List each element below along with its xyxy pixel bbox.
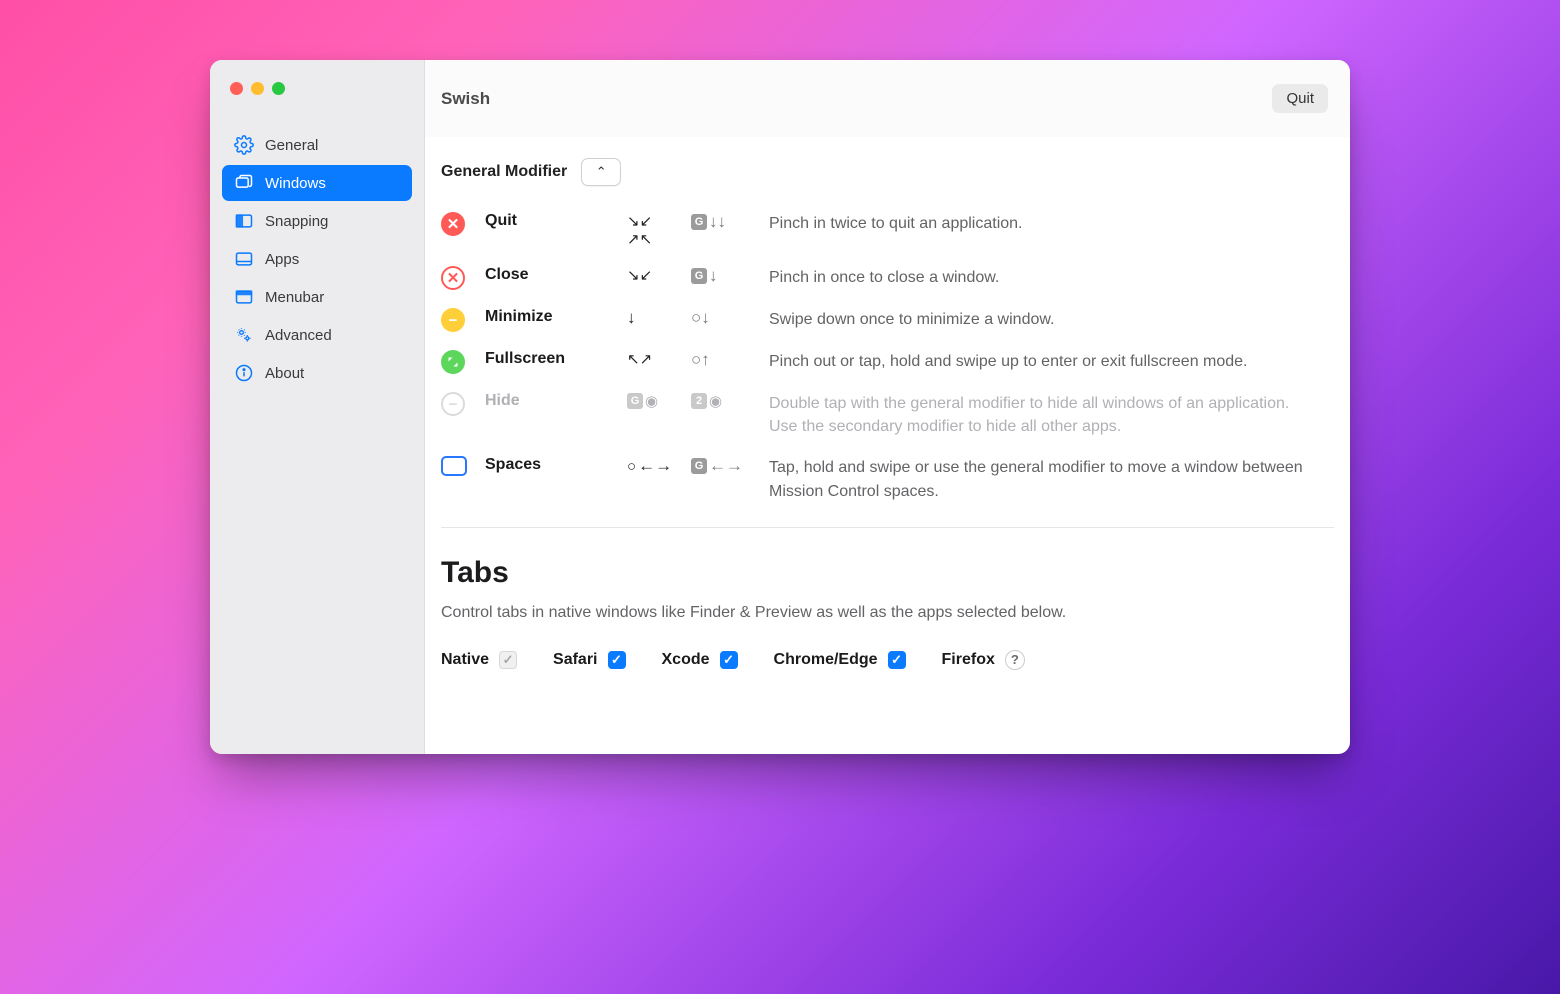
sidebar-item-label: Menubar bbox=[265, 289, 324, 306]
pinch-in-icon: ↘↙ bbox=[627, 266, 691, 284]
close-icon: ✕ bbox=[441, 266, 465, 290]
traffic-light-close[interactable] bbox=[230, 82, 243, 95]
tab-option-label: Chrome/Edge bbox=[774, 651, 878, 669]
tap-swipe-icon: ○←→ bbox=[627, 456, 691, 476]
help-icon[interactable]: ? bbox=[1005, 650, 1025, 670]
gear-icon bbox=[234, 135, 254, 155]
tap-gesture-icon: ○↓ bbox=[691, 308, 769, 328]
gesture-row-quit[interactable]: ✕ Quit ↘↙↗↖ G↓↓ Pinch in twice to quit a… bbox=[441, 212, 1334, 248]
tab-option-xcode[interactable]: Xcode ✓ bbox=[662, 651, 738, 669]
gesture-row-fullscreen[interactable]: Fullscreen ↖↗ ○↑ Pinch out or tap, hold … bbox=[441, 350, 1334, 374]
sidebar-item-general[interactable]: General bbox=[222, 127, 412, 163]
info-icon bbox=[234, 363, 254, 383]
sidebar-item-windows[interactable]: Windows bbox=[222, 165, 412, 201]
sidebar-item-label: General bbox=[265, 137, 318, 154]
traffic-light-minimize[interactable] bbox=[251, 82, 264, 95]
gesture-list: ✕ Quit ↘↙↗↖ G↓↓ Pinch in twice to quit a… bbox=[441, 212, 1334, 528]
gesture-row-spaces[interactable]: Spaces ○←→ G←→ Tap, hold and swipe or us… bbox=[441, 456, 1334, 502]
checkbox-disabled-icon: ✓ bbox=[499, 651, 517, 669]
gesture-row-close[interactable]: ✕ Close ↘↙ G↓ Pinch in once to close a w… bbox=[441, 266, 1334, 290]
tab-option-chrome-edge[interactable]: Chrome/Edge ✓ bbox=[774, 651, 906, 669]
gears-icon bbox=[234, 325, 254, 345]
sidebar-item-label: Windows bbox=[265, 175, 326, 192]
tabs-options: Native ✓ Safari ✓ Xcode ✓ Chrome/Edge ✓ … bbox=[441, 650, 1334, 670]
sidebar-item-advanced[interactable]: Advanced bbox=[222, 317, 412, 353]
snapping-icon bbox=[234, 211, 254, 231]
tap-gesture-icon: ○↑ bbox=[691, 350, 769, 370]
secondary-tap-icon: 2◉ bbox=[691, 392, 769, 410]
tab-option-label: Safari bbox=[553, 651, 597, 669]
gesture-row-minimize[interactable]: − Minimize ↓ ○↓ Swipe down once to minim… bbox=[441, 308, 1334, 332]
general-modifier-key[interactable]: ⌃ bbox=[581, 158, 621, 186]
gesture-row-hide[interactable]: − Hide G◉ 2◉ Double tap with the general… bbox=[441, 392, 1334, 438]
sidebar: General Windows Snapping Apps bbox=[210, 60, 425, 754]
tab-option-label: Firefox bbox=[942, 651, 995, 669]
sidebar-item-label: About bbox=[265, 365, 304, 382]
sidebar-item-label: Advanced bbox=[265, 327, 332, 344]
sidebar-item-apps[interactable]: Apps bbox=[222, 241, 412, 277]
modifier-tap-icon: G◉ bbox=[627, 392, 691, 410]
sidebar-item-label: Snapping bbox=[265, 213, 328, 230]
swipe-down-icon: ↓ bbox=[627, 308, 691, 328]
app-title: Swish bbox=[441, 89, 490, 109]
traffic-light-zoom[interactable] bbox=[272, 82, 285, 95]
window-traffic-lights bbox=[210, 82, 424, 127]
tab-option-native: Native ✓ bbox=[441, 651, 517, 669]
apps-icon bbox=[234, 249, 254, 269]
tab-option-label: Xcode bbox=[662, 651, 710, 669]
checkbox-on-icon[interactable]: ✓ bbox=[720, 651, 738, 669]
gesture-name: Close bbox=[485, 266, 627, 284]
toolbar: Swish Quit bbox=[425, 60, 1350, 138]
sidebar-item-snapping[interactable]: Snapping bbox=[222, 203, 412, 239]
spaces-icon bbox=[441, 456, 467, 476]
gesture-desc: Swipe down once to minimize a window. bbox=[769, 308, 1334, 331]
sidebar-item-about[interactable]: About bbox=[222, 355, 412, 391]
tab-option-firefox[interactable]: Firefox ? bbox=[942, 650, 1025, 670]
modifier-gesture-icon: G↓↓ bbox=[691, 212, 769, 232]
general-modifier-label: General Modifier bbox=[441, 163, 567, 181]
gesture-desc: Pinch in once to close a window. bbox=[769, 266, 1334, 289]
minimize-icon: − bbox=[441, 308, 465, 332]
gesture-name: Minimize bbox=[485, 308, 627, 326]
menubar-icon bbox=[234, 287, 254, 307]
app-window: General Windows Snapping Apps bbox=[210, 60, 1350, 754]
sidebar-item-menubar[interactable]: Menubar bbox=[222, 279, 412, 315]
quit-icon: ✕ bbox=[441, 212, 465, 236]
fullscreen-icon bbox=[441, 350, 465, 374]
hide-icon: − bbox=[441, 392, 465, 416]
pinch-out-icon: ↖↗ bbox=[627, 350, 691, 368]
tabs-heading: Tabs bbox=[441, 556, 1334, 590]
gesture-name: Hide bbox=[485, 392, 627, 410]
general-modifier-row: General Modifier ⌃ bbox=[441, 158, 1334, 186]
checkbox-on-icon[interactable]: ✓ bbox=[888, 651, 906, 669]
tab-option-safari[interactable]: Safari ✓ bbox=[553, 651, 625, 669]
tab-option-label: Native bbox=[441, 651, 489, 669]
sidebar-item-label: Apps bbox=[265, 251, 299, 268]
gesture-desc: Pinch in twice to quit an application. bbox=[769, 212, 1334, 235]
gesture-name: Spaces bbox=[485, 456, 627, 474]
modifier-gesture-icon: G↓ bbox=[691, 266, 769, 286]
sidebar-nav: General Windows Snapping Apps bbox=[210, 127, 424, 391]
quit-button[interactable]: Quit bbox=[1272, 84, 1328, 113]
tabs-description: Control tabs in native windows like Find… bbox=[441, 604, 1334, 622]
gesture-name: Fullscreen bbox=[485, 350, 627, 368]
modifier-swipe-icon: G←→ bbox=[691, 456, 769, 476]
gesture-name: Quit bbox=[485, 212, 627, 230]
gesture-desc: Double tap with the general modifier to … bbox=[769, 392, 1334, 438]
gesture-desc: Pinch out or tap, hold and swipe up to e… bbox=[769, 350, 1334, 373]
main-pane: Swish Quit General Modifier ⌃ ✕ Quit ↘↙↗… bbox=[425, 60, 1350, 754]
checkbox-on-icon[interactable]: ✓ bbox=[608, 651, 626, 669]
content-area: General Modifier ⌃ ✕ Quit ↘↙↗↖ G↓↓ Pinch… bbox=[425, 138, 1350, 754]
windows-icon bbox=[234, 173, 254, 193]
gesture-desc: Tap, hold and swipe or use the general m… bbox=[769, 456, 1334, 502]
pinch-in-twice-icon: ↘↙↗↖ bbox=[627, 212, 691, 248]
